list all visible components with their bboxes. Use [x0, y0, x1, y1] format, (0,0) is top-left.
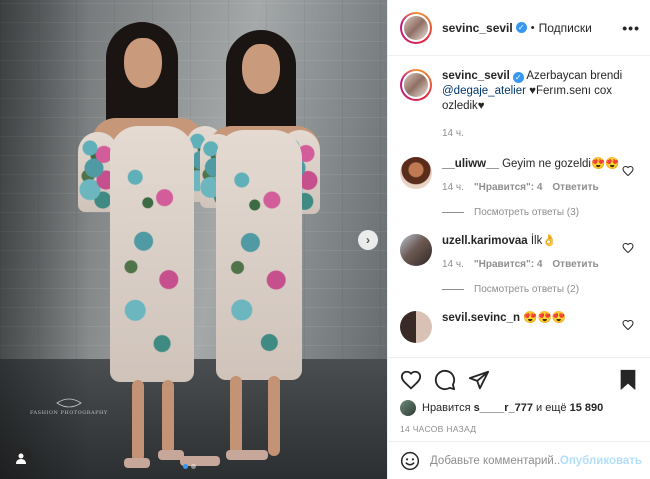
post-photo[interactable]: FASHION PHOTOGRAPHY ›	[0, 0, 387, 479]
comment-text: 😍😍😍	[523, 312, 567, 324]
likes-summary[interactable]: Нравится s____r_777 и ещё 15 890	[400, 400, 638, 416]
like-comment-icon[interactable]	[622, 319, 634, 331]
caption-time[interactable]: 14 ч.	[442, 126, 464, 141]
view-replies-label: Посмотреть ответы (3)	[474, 207, 580, 218]
comment-username[interactable]: sevil.sevinc_n	[442, 312, 520, 324]
comment-time[interactable]: 14 ч.	[442, 180, 464, 195]
comment-input[interactable]	[430, 454, 560, 467]
author-avatar[interactable]	[400, 11, 432, 44]
more-options-icon[interactable]: •••	[622, 20, 640, 36]
carousel-dot	[183, 464, 188, 469]
like-comment-icon[interactable]	[622, 242, 634, 254]
watermark-text: FASHION PHOTOGRAPHY	[30, 410, 108, 416]
chevron-right-icon: ›	[366, 233, 370, 247]
author-username[interactable]: sevinc_sevil	[442, 21, 513, 35]
comment-likes[interactable]: "Нравится": 4	[474, 257, 543, 272]
comment-username[interactable]: uzell.karimovaa	[442, 235, 528, 247]
verified-badge-icon: ✓	[515, 22, 527, 33]
view-replies-label: Посмотреть ответы (2)	[474, 284, 580, 295]
comment-text: İlk👌	[530, 235, 557, 247]
share-icon[interactable]	[468, 369, 490, 391]
replies-divider	[442, 212, 464, 213]
post-caption: sevinc_sevil ✓ Azerbaycan brendi @degaje_…	[400, 69, 638, 141]
add-comment-bar: Опубликовать	[388, 441, 650, 479]
post-header: sevinc_sevil ✓ • Подписки •••	[388, 0, 650, 56]
commenter-avatar[interactable]	[400, 234, 432, 266]
commenter-avatar[interactable]	[400, 311, 432, 343]
bookmark-icon[interactable]	[618, 369, 638, 391]
comments-list[interactable]: sevinc_sevil ✓ Azerbaycan brendi @degaje_…	[388, 57, 650, 355]
comment-username[interactable]: __uliww__	[442, 158, 499, 170]
emoji-icon[interactable]	[400, 451, 420, 471]
likes-prefix: Нравится	[422, 402, 471, 414]
post-side-panel: sevinc_sevil ✓ • Подписки ••• sevinc_sev…	[387, 0, 650, 479]
carousel-dots	[183, 464, 196, 469]
carousel-dot	[191, 464, 196, 469]
next-photo-button[interactable]: ›	[358, 230, 378, 250]
comment-icon[interactable]	[434, 369, 456, 391]
header-separator: •	[530, 21, 535, 34]
reply-button[interactable]: Ответить	[552, 180, 598, 195]
comment-item: __uliww__ Geyim ne gozeldi😍😍 14 ч. "Нрав…	[400, 157, 638, 195]
post-actions: Нравится s____r_777 и ещё 15 890 14 ЧАСО…	[388, 357, 650, 434]
model-right	[180, 30, 336, 479]
verified-badge-icon: ✓	[512, 72, 524, 83]
reply-button[interactable]: Ответить	[552, 257, 598, 272]
caption-text: Azerbaycan brendi	[526, 70, 623, 82]
view-replies-button[interactable]: Посмотреть ответы (3)	[442, 207, 638, 218]
post-timestamp[interactable]: 14 ЧАСОВ НАЗАД	[400, 424, 638, 434]
comment-text: Geyim ne gozeldi😍😍	[502, 158, 620, 170]
likes-count[interactable]: 15 890	[570, 402, 604, 414]
view-replies-button[interactable]: Посмотреть ответы (2)	[442, 284, 638, 295]
photo-watermark: FASHION PHOTOGRAPHY	[30, 398, 108, 416]
caption-mention-link[interactable]: @degaje_atelier	[442, 85, 526, 97]
comment-item: sevil.sevinc_n 😍😍😍	[400, 311, 638, 343]
comment-item: uzell.karimovaa İlk👌 14 ч. "Нравится": 4…	[400, 234, 638, 272]
commenter-avatar[interactable]	[400, 157, 432, 189]
replies-divider	[442, 289, 464, 290]
liker-avatar[interactable]	[400, 400, 416, 416]
comment-time[interactable]: 14 ч.	[442, 257, 464, 272]
user-icon	[16, 453, 26, 464]
comment-likes[interactable]: "Нравится": 4	[474, 180, 543, 195]
caption-username[interactable]: sevinc_sevil	[442, 70, 510, 82]
heart-icon[interactable]	[400, 369, 422, 391]
following-button[interactable]: Подписки	[539, 21, 592, 35]
liker-username[interactable]: s____r_777	[474, 402, 533, 414]
caption-avatar[interactable]	[400, 69, 432, 101]
like-comment-icon[interactable]	[622, 165, 634, 177]
publish-button[interactable]: Опубликовать	[560, 455, 642, 467]
likes-middle: и ещё	[536, 402, 567, 414]
tagged-users-button[interactable]	[10, 447, 32, 469]
